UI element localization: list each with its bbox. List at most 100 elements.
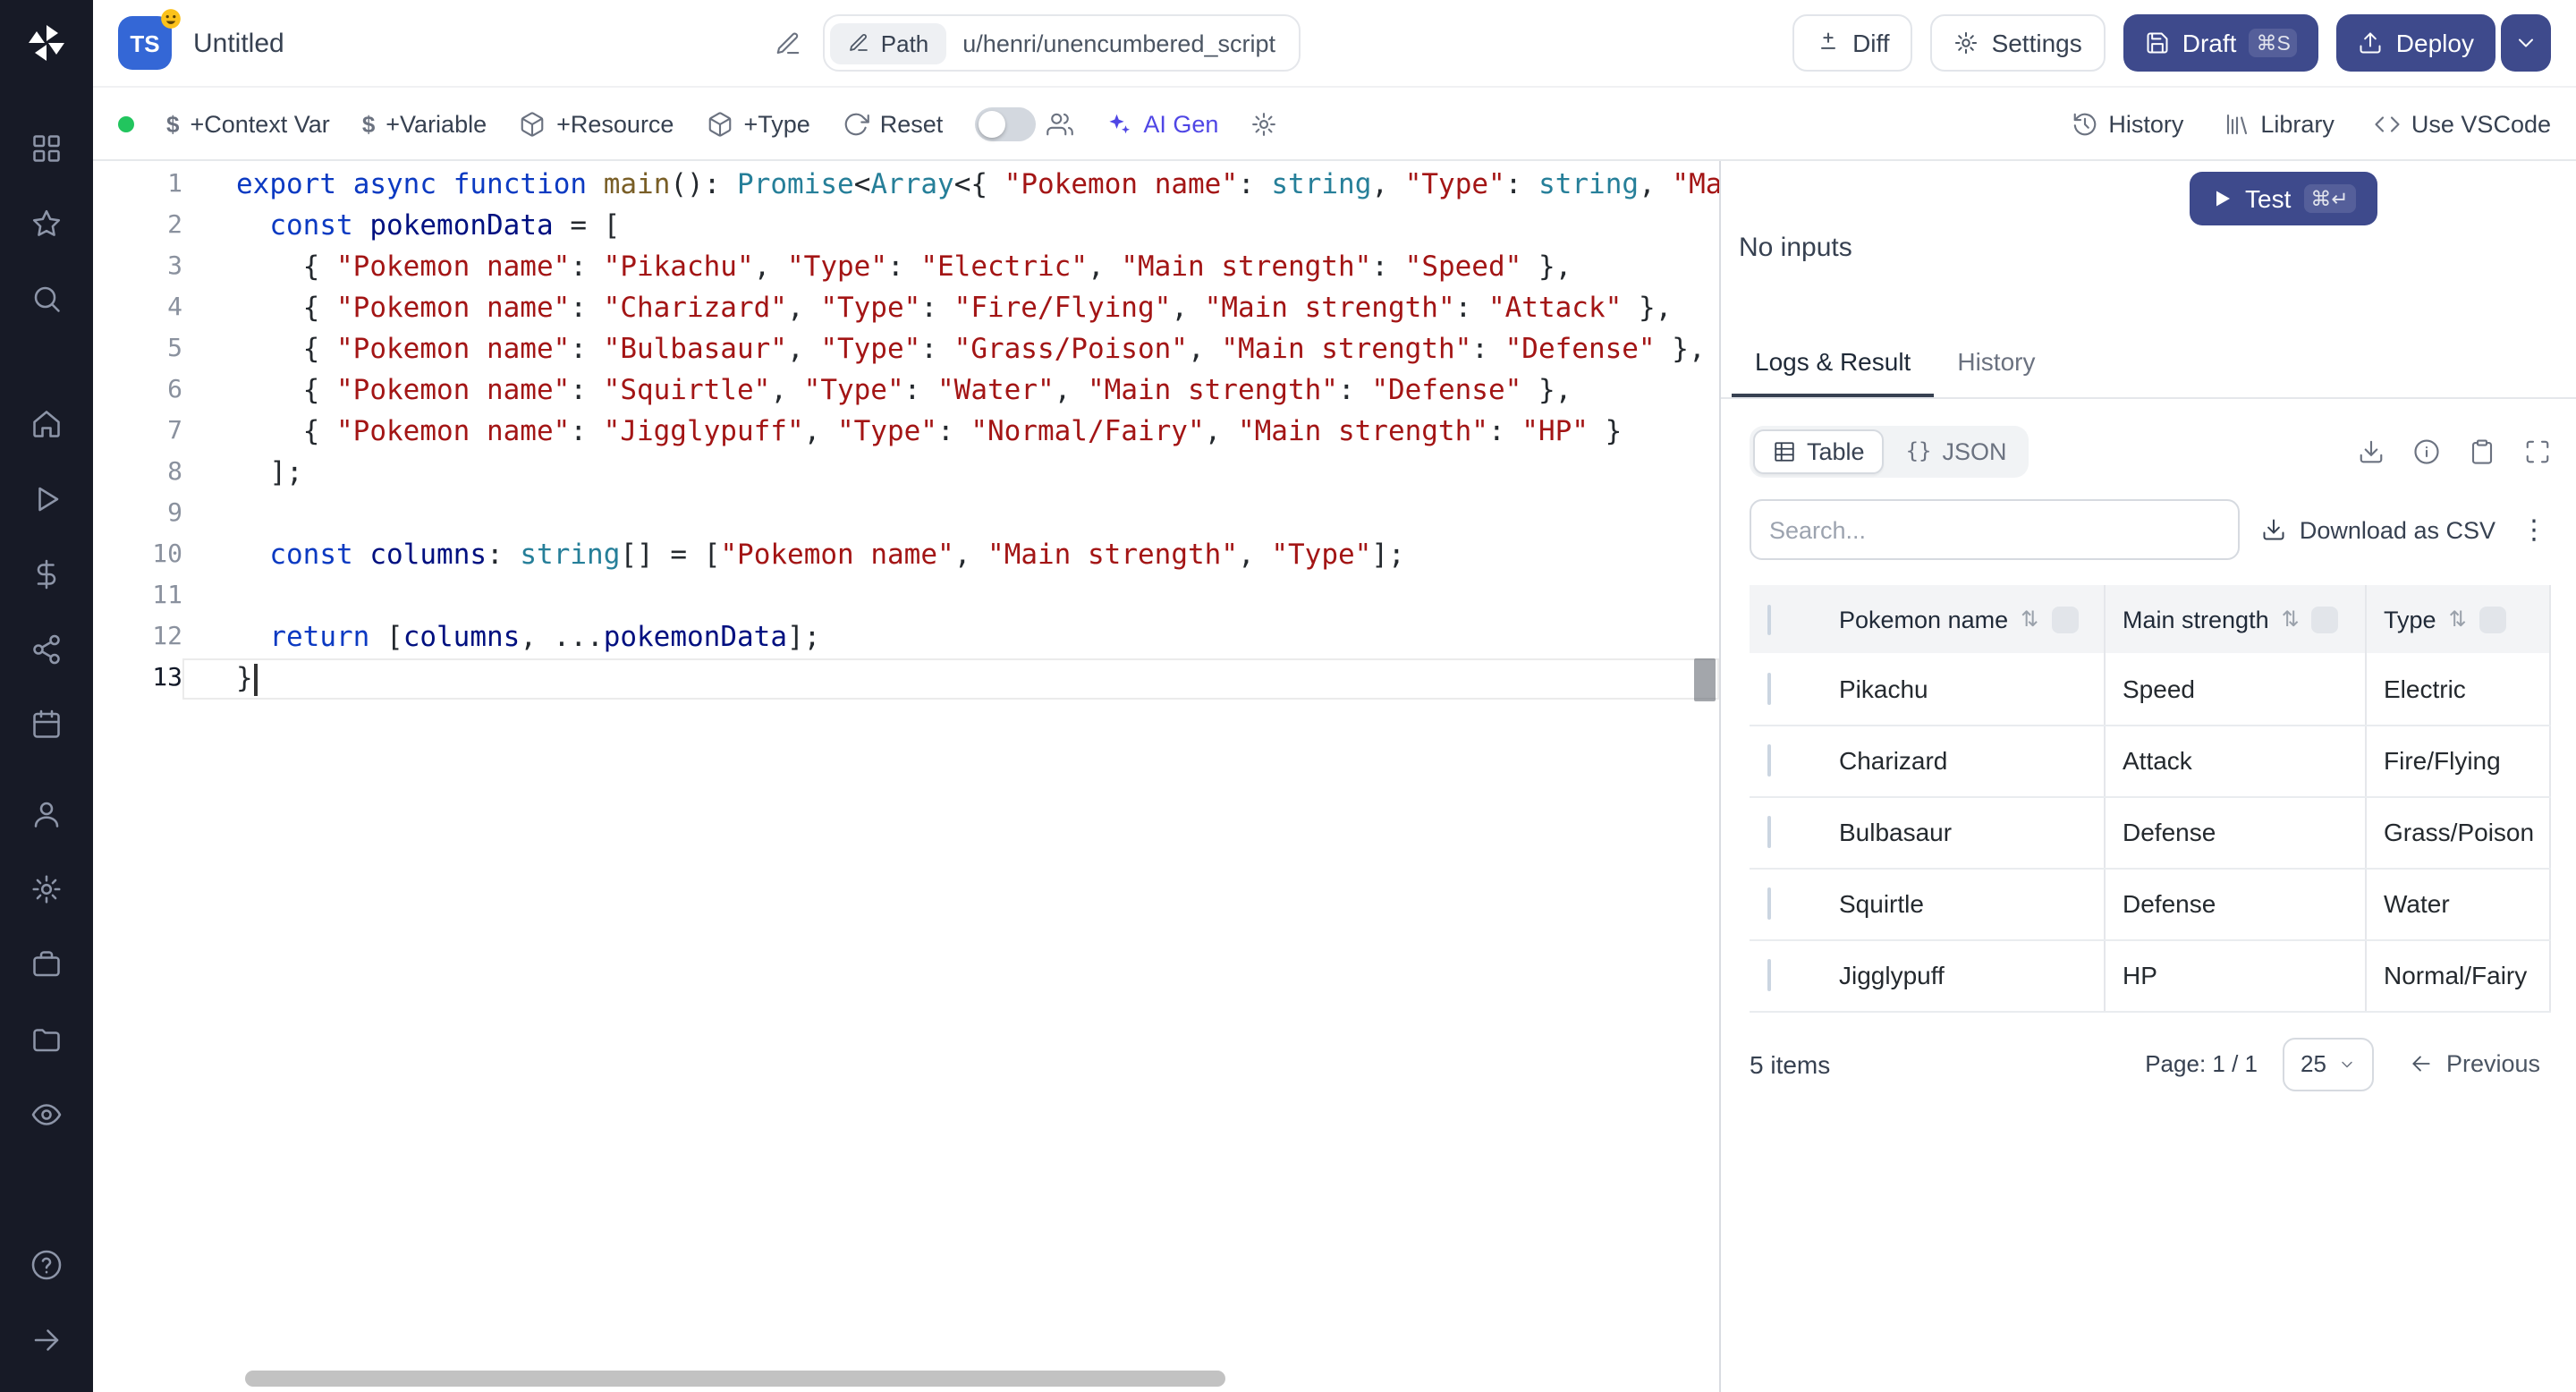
expand-result-icon[interactable]: [2524, 437, 2551, 464]
sidebar-item-resources[interactable]: [0, 612, 93, 687]
history-button[interactable]: History: [2071, 110, 2183, 137]
search-input[interactable]: [1750, 499, 2241, 560]
ai-gen-button[interactable]: AI Gen: [1106, 110, 1218, 137]
sidebar-item-workers[interactable]: [0, 927, 93, 1002]
sidebar-item-apps[interactable]: [0, 111, 93, 186]
table-row[interactable]: Pikachu Speed Electric: [1750, 653, 2551, 726]
sidebar-item-home[interactable]: [0, 386, 93, 462]
code-line-9[interactable]: 9: [93, 494, 1719, 535]
view-toggle-table[interactable]: Table: [1753, 429, 1885, 473]
add-resource-button[interactable]: +Resource: [519, 110, 674, 137]
table-row[interactable]: Charizard Attack Fire/Flying: [1750, 725, 2551, 797]
code-line-10[interactable]: 10 const columns: string[] = ["Pokemon n…: [93, 535, 1719, 576]
previous-page-button[interactable]: Previous: [2400, 1048, 2551, 1079]
table-cell: Bulbasaur: [1821, 796, 2104, 869]
view-toggle-json[interactable]: {} JSON: [1888, 430, 2025, 471]
table-row[interactable]: Bulbasaur Defense Grass/Poison: [1750, 796, 2551, 869]
horizontal-scrollbar[interactable]: [245, 1371, 1225, 1387]
path-button-label: Path: [880, 30, 929, 56]
sidebar-item-expand[interactable]: [0, 1303, 93, 1378]
test-button[interactable]: Test ⌘↵: [2190, 172, 2377, 225]
row-checkbox[interactable]: [1767, 672, 1771, 705]
edit-title-icon[interactable]: [775, 30, 802, 56]
windmill-logo-icon[interactable]: [25, 0, 68, 86]
code-line-8[interactable]: 8 ];: [93, 453, 1719, 494]
add-type-button[interactable]: +Type: [706, 110, 810, 137]
status-dot: [118, 115, 134, 132]
table-row[interactable]: Jigglypuff HP Normal/Fairy: [1750, 939, 2551, 1012]
column-options-box[interactable]: [2311, 606, 2339, 632]
deploy-button[interactable]: Deploy: [2336, 14, 2496, 72]
deploy-dropdown-button[interactable]: [2500, 14, 2551, 72]
sidebar-item-star[interactable]: [0, 186, 93, 261]
library-button[interactable]: Library: [2223, 110, 2334, 137]
deploy-button-label: Deploy: [2395, 29, 2474, 57]
code-line-1[interactable]: 1 export async function main(): Promise<A…: [93, 165, 1719, 206]
code-line-2[interactable]: 2 const pokemonData = [: [93, 206, 1719, 247]
path-button[interactable]: Path: [830, 22, 947, 64]
sort-icon[interactable]: ⇅: [2282, 607, 2300, 632]
sort-icon[interactable]: ⇅: [2449, 607, 2467, 632]
code-line-11[interactable]: 11: [93, 576, 1719, 617]
sidebar-item-search[interactable]: [0, 261, 93, 336]
code-line-13[interactable]: 13}: [93, 658, 1719, 700]
users-icon[interactable]: [1046, 110, 1074, 137]
sidebar-item-runs[interactable]: [0, 462, 93, 537]
code-text: { "Pokemon name": "Squirtle", "Type": "W…: [236, 374, 1572, 406]
download-result-icon[interactable]: [2358, 437, 2385, 464]
table-row[interactable]: Squirtle Defense Water: [1750, 868, 2551, 940]
editor-settings-button[interactable]: [1250, 110, 1277, 137]
table-cell: Defense: [2103, 868, 2365, 940]
library-icon: [2223, 110, 2250, 137]
test-shortcut: ⌘↵: [2303, 184, 2356, 213]
sidebar-item-settings[interactable]: [0, 852, 93, 927]
copy-result-icon[interactable]: [2469, 437, 2496, 464]
sidebar-nav: [0, 86, 93, 1392]
page-size-select[interactable]: 25: [2283, 1037, 2375, 1091]
code-text: ];: [236, 456, 303, 488]
code-editor[interactable]: 1 export async function main(): Promise<A…: [93, 161, 1721, 1392]
code-line-7[interactable]: 7 { "Pokemon name": "Jigglypuff", "Type"…: [93, 412, 1719, 453]
script-title: Untitled: [193, 28, 284, 58]
sidebar-item-help[interactable]: [0, 1227, 93, 1303]
tab-history[interactable]: History: [1934, 329, 2058, 397]
add-variable-button[interactable]: $ +Variable: [362, 110, 487, 137]
draft-button-label: Draft: [2182, 29, 2237, 57]
toggle-switch[interactable]: [975, 106, 1037, 140]
settings-button[interactable]: Settings: [1930, 14, 2106, 72]
diff-button-label: Diff: [1852, 29, 1890, 57]
history-label: History: [2108, 110, 2184, 137]
result-table-head: Pokemon name ⇅ Main strength ⇅ Type ⇅: [1750, 585, 2551, 653]
sort-icon[interactable]: ⇅: [2021, 607, 2038, 632]
code-line-6[interactable]: 6 { "Pokemon name": "Squirtle", "Type": …: [93, 370, 1719, 412]
sidebar-item-schedules[interactable]: [0, 687, 93, 762]
code-line-4[interactable]: 4 { "Pokemon name": "Charizard", "Type":…: [93, 288, 1719, 329]
column-options-box[interactable]: [2479, 606, 2506, 632]
use-vscode-button[interactable]: Use VSCode: [2374, 110, 2551, 137]
add-context-var-button[interactable]: $ +Context Var: [166, 110, 330, 137]
editor-toolbar: $ +Context Var $ +Variable +Resource +Ty…: [93, 88, 2576, 161]
sidebar-item-audit-logs[interactable]: [0, 1077, 93, 1152]
tab-logs-and-result[interactable]: Logs & Result: [1732, 329, 1935, 397]
column-options-box[interactable]: [2051, 606, 2079, 632]
row-checkbox[interactable]: [1767, 816, 1771, 848]
table-menu-button[interactable]: ⋮: [2517, 514, 2551, 546]
diff-button[interactable]: Diff: [1792, 14, 1913, 72]
row-checkbox[interactable]: [1767, 887, 1771, 920]
draft-button[interactable]: Draft ⌘S: [2123, 14, 2319, 72]
sidebar-item-account[interactable]: [0, 777, 93, 852]
info-icon[interactable]: [2413, 437, 2440, 464]
runs-icon: [30, 483, 63, 515]
dollar-icon: $: [361, 110, 376, 137]
line-number: 6: [167, 376, 182, 404]
sidebar-item-variables[interactable]: [0, 537, 93, 612]
download-csv-button[interactable]: Download as CSV: [2262, 516, 2496, 543]
row-checkbox[interactable]: [1767, 959, 1771, 991]
row-checkbox[interactable]: [1767, 744, 1771, 777]
select-all-checkbox[interactable]: [1767, 604, 1771, 634]
code-line-12[interactable]: 12 return [columns, ...pokemonData];: [93, 617, 1719, 658]
reset-button[interactable]: Reset: [843, 110, 943, 137]
code-line-5[interactable]: 5 { "Pokemon name": "Bulbasaur", "Type":…: [93, 329, 1719, 370]
code-line-3[interactable]: 3 { "Pokemon name": "Pikachu", "Type": "…: [93, 247, 1719, 288]
sidebar-item-folders[interactable]: [0, 1002, 93, 1077]
